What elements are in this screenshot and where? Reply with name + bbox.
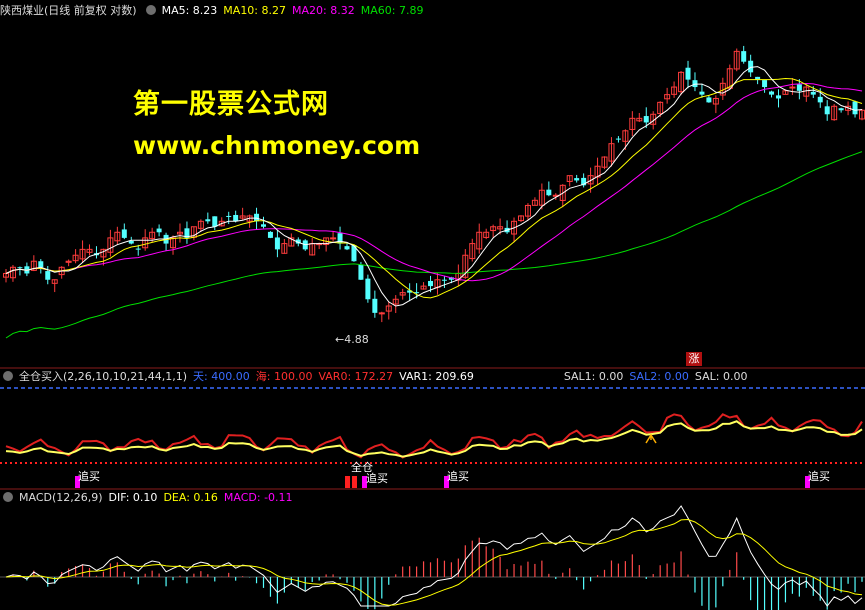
candle-body xyxy=(330,237,337,240)
candle-body xyxy=(135,248,141,250)
candle-body xyxy=(441,279,447,281)
candle-body xyxy=(38,261,44,268)
candle-body xyxy=(699,91,705,95)
candle-body xyxy=(121,229,127,238)
candle-body xyxy=(615,138,621,140)
sal1-value: SAL1: 0.00 xyxy=(563,370,624,383)
signal-bar xyxy=(345,476,350,488)
candle-body xyxy=(344,246,350,250)
candle-body xyxy=(378,312,385,315)
candle-body xyxy=(810,91,816,95)
candle-body xyxy=(838,108,844,111)
candle-body xyxy=(796,84,802,91)
candle-body xyxy=(45,271,51,280)
dea-value: DEA: 0.16 xyxy=(163,491,218,504)
candle-body xyxy=(428,280,434,287)
signal-arrow-icon xyxy=(645,433,657,444)
watermark-title: 第一股票公式网 xyxy=(133,89,329,120)
low-price-label: ←4.88 xyxy=(335,333,369,346)
candle-body xyxy=(274,237,280,250)
candle-body xyxy=(358,264,364,280)
candle-body xyxy=(267,231,273,238)
ma20-value: MA20: 8.32 xyxy=(292,4,355,17)
dif-value: DIF: 0.10 xyxy=(108,491,158,504)
candle-body xyxy=(128,240,134,244)
candle-body xyxy=(643,116,649,123)
watermark-url: www.chnmoney.com xyxy=(133,131,421,160)
ma5-value: MA5: 8.23 xyxy=(161,4,218,17)
signal-label: 追买 xyxy=(366,472,388,485)
macd-panel xyxy=(0,505,865,610)
dif-line xyxy=(5,505,863,607)
macd-header: MACD(12,26,9) DIF: 0.10 DEA: 0.16 MACD: -0.… xyxy=(0,489,299,506)
candle-body xyxy=(254,213,260,222)
signal-label: 追买 xyxy=(447,470,469,483)
candle-body xyxy=(260,224,266,227)
stock-title: 陕西煤业(日线 前复权 对数) xyxy=(0,4,137,17)
candle-body xyxy=(817,96,823,103)
candle-body xyxy=(17,267,23,269)
ma-line xyxy=(5,151,863,339)
ma60-value: MA60: 7.89 xyxy=(360,4,424,17)
signal-label: 追买 xyxy=(78,470,100,483)
candle-body xyxy=(574,178,580,181)
candle-body xyxy=(852,101,858,115)
candle-body xyxy=(156,228,162,233)
limit-up-badge: 涨 xyxy=(686,352,702,366)
sal2-value: SAL2: 0.00 xyxy=(629,370,689,383)
var1-line xyxy=(5,420,863,458)
hai-value: 海: 100.00 xyxy=(255,370,313,383)
indicator-panel xyxy=(0,387,865,488)
candle-body xyxy=(205,219,211,222)
macd-value: MACD: -0.11 xyxy=(223,491,293,504)
candle-body xyxy=(762,80,768,88)
main-header: 陕西煤业(日线 前复权 对数) MA5: 8.23 MA10: 8.27 MA20: … xyxy=(0,2,429,19)
var1-value: VAR1: 209.69 xyxy=(399,370,474,383)
candle-body xyxy=(769,91,775,95)
indicator-header: 全仓买入(2,26,10,10,21,44,1,1) 天: 400.00 海: 10… xyxy=(0,368,753,385)
candle-body xyxy=(789,86,796,89)
candle-body xyxy=(372,298,378,313)
low-price-value: 4.88 xyxy=(344,333,369,346)
chevron-down-icon[interactable] xyxy=(145,5,156,15)
candle-body xyxy=(233,214,239,222)
candle-body xyxy=(741,51,747,62)
candle-body xyxy=(546,189,552,196)
sal-value: SAL: 0.00 xyxy=(694,370,748,383)
candle-body xyxy=(706,97,712,103)
candle-body xyxy=(685,67,691,80)
signal-label: 追买 xyxy=(808,470,830,483)
var0-value: VAR0: 172.27 xyxy=(318,370,394,383)
macd-name: MACD(12,26,9) xyxy=(19,491,103,504)
candle-body xyxy=(775,95,781,99)
candle-body xyxy=(824,106,830,115)
indicator-name: 全仓买入(2,26,10,10,21,44,1,1) xyxy=(19,370,188,383)
candle-body xyxy=(748,60,754,73)
ma10-value: MA10: 8.27 xyxy=(223,4,287,17)
tian-value: 天: 400.00 xyxy=(193,370,250,383)
chart-canvas xyxy=(0,45,865,610)
candle-body xyxy=(226,215,232,217)
chevron-down-icon[interactable] xyxy=(3,492,13,502)
candle-body xyxy=(212,216,218,227)
signal-bar xyxy=(352,476,357,488)
chevron-down-icon[interactable] xyxy=(3,371,13,381)
dea-line xyxy=(5,518,863,606)
candle-body xyxy=(365,278,371,300)
